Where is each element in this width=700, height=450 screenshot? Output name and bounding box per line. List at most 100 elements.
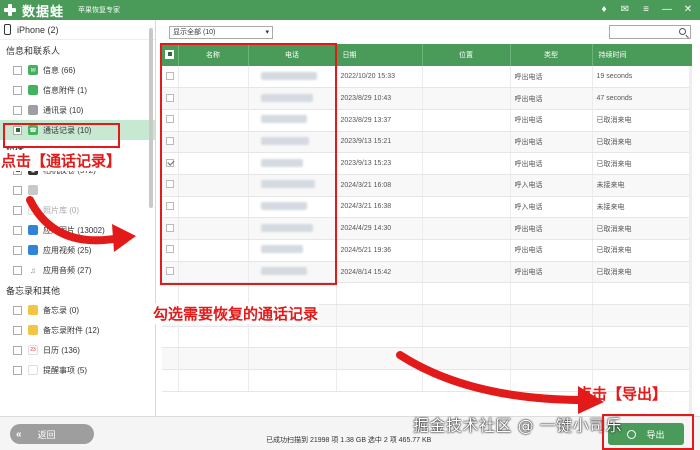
row-checkbox[interactable] — [166, 223, 174, 232]
cell-type: 呼出电话 — [510, 131, 593, 154]
sidebar-item-checkbox[interactable] — [13, 185, 22, 195]
row-checkbox[interactable] — [166, 201, 174, 210]
column-header-phone[interactable]: 电话 — [248, 44, 337, 66]
redacted-phone — [260, 267, 307, 276]
sidebar-item-checkbox[interactable] — [13, 125, 22, 135]
redacted-phone — [260, 136, 309, 145]
app-logo-icon — [4, 4, 16, 16]
table-row[interactable]: 2023/8/29 13:37 呼出电话 已取消来电 — [162, 109, 692, 132]
app-slogan: 苹果恢复专家 — [78, 7, 121, 14]
sidebar-item[interactable]: ♫ 应用音频 (27) — [0, 260, 155, 280]
row-checkbox[interactable] — [166, 115, 174, 124]
cell-duration: 已取消来电 — [592, 239, 692, 262]
search-input[interactable] — [609, 25, 691, 39]
row-checkbox[interactable] — [166, 93, 174, 102]
table-row[interactable]: 2024/3/21 16:38 呼入电话 未接来电 — [162, 196, 692, 219]
sidebar-item-checkbox[interactable] — [13, 105, 22, 115]
empty-row — [162, 282, 692, 306]
redacted-phone — [260, 93, 313, 102]
select-all-checkbox-cell[interactable] — [162, 44, 179, 66]
sidebar-item-checkbox[interactable] — [13, 265, 22, 275]
annotation-select-records: 勾选需要恢复的通话记录 — [152, 303, 320, 324]
sidebar-item[interactable]: 23 日历 (136) — [0, 340, 155, 360]
table-row[interactable]: 2023/9/13 15:23 呼出电话 已取消来电 — [162, 152, 692, 175]
sidebar-item-checkbox[interactable] — [13, 325, 22, 335]
attachment-icon — [28, 85, 38, 95]
close-icon[interactable]: ✕ — [682, 3, 694, 17]
cell-type: 呼入电话 — [510, 174, 593, 197]
row-checkbox-cell — [162, 261, 179, 284]
column-header-type[interactable]: 类型 — [510, 44, 593, 66]
calendar-icon: 23 — [28, 345, 38, 355]
row-checkbox-cell — [162, 239, 179, 262]
cell-name — [178, 87, 249, 110]
sidebar-item[interactable]: 照片库 (0) — [0, 200, 155, 220]
sidebar-item[interactable]: 备忘录 (0) — [0, 300, 155, 320]
empty-cell — [592, 282, 692, 306]
filter-value: 显示全部 (10) — [173, 29, 216, 36]
table-scrollbar[interactable] — [689, 66, 692, 416]
sidebar-item-checkbox[interactable] — [13, 225, 22, 235]
sidebar-scrollbar[interactable] — [149, 28, 153, 208]
sidebar-item[interactable]: 信息附件 (1) — [0, 80, 155, 100]
cell-phone-redacted — [248, 87, 337, 110]
sidebar-item[interactable]: 备忘录附件 (12) — [0, 320, 155, 340]
table-row[interactable]: 2023/9/13 15:21 呼出电话 已取消来电 — [162, 131, 692, 154]
empty-cell — [510, 347, 593, 371]
table-row[interactable]: 2024/4/29 14:30 呼出电话 已取消来电 — [162, 217, 692, 240]
sidebar-item[interactable]: 通讯录 (10) — [0, 100, 155, 120]
row-checkbox[interactable] — [166, 245, 174, 254]
app-image-icon — [28, 225, 38, 235]
cell-duration: 19 seconds — [592, 66, 692, 89]
sidebar-item-checkbox[interactable] — [13, 245, 22, 255]
cell-name — [178, 261, 249, 284]
search-icon — [679, 28, 686, 35]
row-checkbox[interactable] — [166, 71, 174, 80]
empty-cell — [248, 326, 337, 349]
filter-dropdown[interactable]: 显示全部 (10) ▾ — [169, 26, 273, 39]
table-row[interactable]: 2022/10/20 15:33 呼出电话 19 seconds — [162, 66, 692, 89]
empty-cell — [336, 347, 423, 371]
table-row[interactable]: 2023/8/29 10:43 呼出电话 47 seconds — [162, 87, 692, 110]
diamond-icon[interactable]: ♦ — [598, 3, 610, 17]
row-checkbox[interactable] — [166, 158, 174, 167]
column-header-location[interactable]: 位置 — [422, 44, 511, 66]
empty-cell — [336, 304, 423, 327]
row-checkbox-cell — [162, 217, 179, 240]
sidebar-item-label: 应用视频 (25) — [43, 245, 92, 255]
sidebar-item-checkbox[interactable] — [13, 85, 22, 95]
sidebar-item-label: 应用音频 (27) — [43, 265, 92, 275]
column-header-duration[interactable]: 持续时间 — [592, 44, 692, 66]
sidebar-item[interactable]: 应用图片 (13002) — [0, 220, 155, 240]
cell-name — [178, 239, 249, 262]
back-button[interactable]: « 返回 — [10, 424, 94, 444]
table-row[interactable]: 2024/3/21 16:08 呼入电话 未接来电 — [162, 174, 692, 197]
mail-icon[interactable]: ✉ — [619, 3, 631, 17]
sidebar-item-checkbox[interactable] — [13, 205, 22, 215]
minimize-icon[interactable]: — — [661, 3, 673, 17]
row-checkbox[interactable] — [166, 136, 174, 145]
sidebar-item[interactable] — [0, 180, 155, 200]
column-header-date[interactable]: 日期 — [336, 44, 423, 66]
device-row[interactable]: iPhone (2) — [0, 20, 155, 40]
sidebar-item-label: 信息附件 (1) — [43, 85, 87, 95]
sidebar-item-checkbox[interactable] — [13, 345, 22, 355]
menu-icon[interactable]: ≡ — [640, 3, 652, 17]
sidebar-item[interactable]: ☎ 通话记录 (10) — [0, 120, 155, 140]
row-checkbox[interactable] — [166, 267, 174, 276]
empty-cell — [162, 369, 179, 392]
sidebar-item[interactable]: 应用视频 (25) — [0, 240, 155, 260]
sidebar-item[interactable]: ✉ 信息 (66) — [0, 60, 155, 80]
sidebar-item-checkbox[interactable] — [13, 365, 22, 375]
sidebar-item-checkbox[interactable] — [13, 305, 22, 315]
cell-type: 呼出电话 — [510, 87, 593, 110]
cell-date: 2024/3/21 16:38 — [336, 196, 423, 219]
column-header-name[interactable]: 名称 — [178, 44, 249, 66]
sidebar-item-checkbox[interactable] — [13, 65, 22, 75]
table-row[interactable]: 2024/5/21 19:36 呼出电话 已取消来电 — [162, 239, 692, 262]
row-checkbox[interactable] — [166, 180, 174, 189]
sidebar-item[interactable]: 提醒事项 (5) — [0, 360, 155, 380]
select-all-checkbox[interactable] — [165, 49, 174, 59]
table-row[interactable]: 2024/8/14 15:42 呼出电话 已取消来电 — [162, 261, 692, 284]
sidebar-section-title: 备忘录和其他 — [6, 285, 61, 296]
